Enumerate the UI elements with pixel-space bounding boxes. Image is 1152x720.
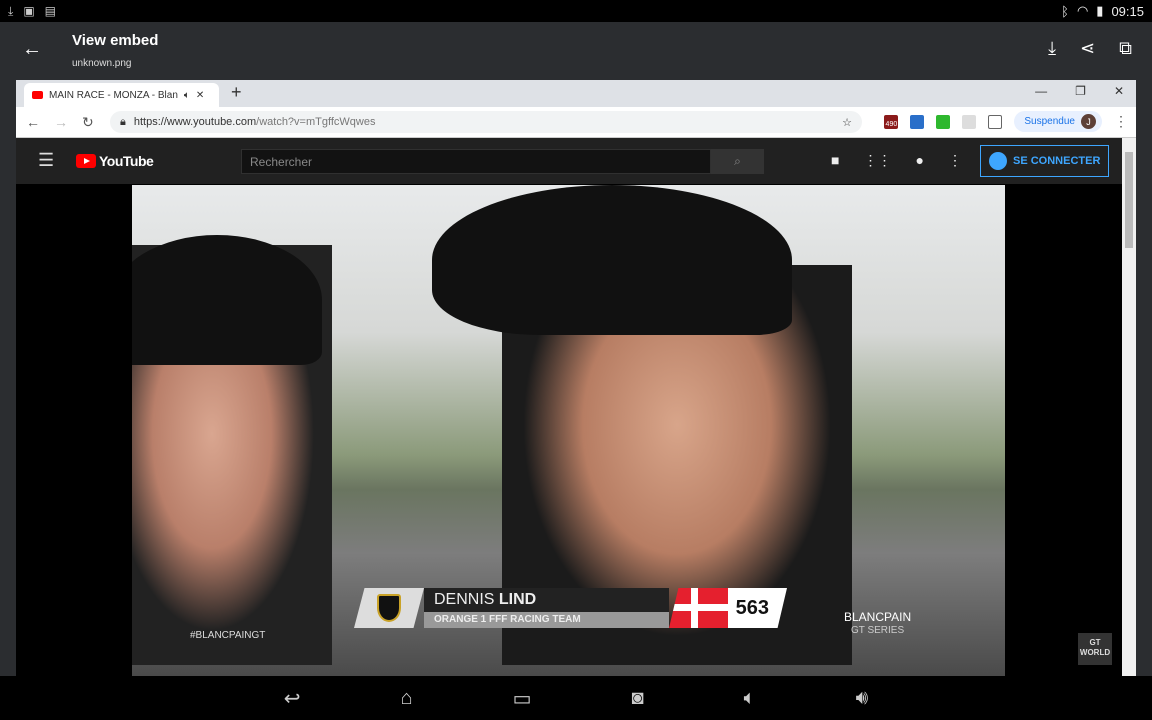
gt-world-logo: GT WORLD [1078, 633, 1112, 665]
embedded-screenshot: MAIN RACE - MONZA - Blan 🔈︎ ✕ + — ❐ ✕ ← → … [16, 80, 1136, 676]
sign-in-label: SE CONNECTER [1013, 155, 1101, 167]
more-options-icon[interactable]: ⋮ [948, 152, 962, 169]
download-icon[interactable]: ⤓ [1048, 38, 1056, 59]
recent-apps-icon[interactable]: ▭ [513, 686, 532, 711]
back-arrow-icon[interactable]: ← [22, 38, 42, 61]
browser-tab-strip: MAIN RACE - MONZA - Blan 🔈︎ ✕ + — ❐ ✕ [16, 80, 1136, 107]
profile-label: Suspendue [1024, 116, 1075, 127]
gallery-icon: ▤ [44, 3, 56, 18]
download-icon: ⤓ [8, 3, 14, 18]
speaker-icon: 🔈︎ [183, 89, 190, 101]
search-button[interactable]: ⌕ [711, 149, 764, 174]
interviewer-cap [132, 235, 322, 365]
messages-icon[interactable]: ● [915, 152, 923, 169]
apps-grid-icon[interactable]: ⋮⋮ [863, 152, 891, 169]
search-input[interactable]: Rechercher [241, 149, 711, 174]
cast-icon[interactable] [988, 114, 1003, 129]
new-tab-button[interactable]: + [231, 82, 242, 103]
tab-title: MAIN RACE - MONZA - Blan [49, 89, 178, 101]
extension-badge: 490 [885, 120, 898, 128]
browser-toolbar: ← → ↻ 🔒︎ https://www.youtube.com/watch?v… [16, 107, 1136, 138]
youtube-header: ☰ YouTube Rechercher ⌕ ■ ⋮⋮ ● ⋮ SE CONNE… [16, 138, 1136, 184]
app-bar: ← View embed unknown.png ⤓ ⋖ ⧉ [0, 22, 1152, 80]
driver-name: DENNIS LIND [424, 588, 669, 612]
hamburger-menu-icon[interactable]: ☰ [38, 150, 54, 171]
browser-menu-icon[interactable]: ⋮ [1114, 113, 1128, 130]
create-video-icon[interactable]: ■ [831, 152, 839, 169]
file-name: unknown.png [72, 58, 132, 69]
extension-icon[interactable] [936, 114, 951, 129]
browser-tab[interactable]: MAIN RACE - MONZA - Blan 🔈︎ ✕ [24, 83, 219, 107]
android-nav-bar: ↩ ⌂ ▭ ◙ 🔈︎ 🔊︎ [0, 676, 1152, 720]
team-name: ORANGE 1 FFF RACING TEAM [424, 612, 669, 628]
image-icon: ▣ [23, 3, 35, 18]
battery-icon: ▮ [1096, 3, 1104, 18]
address-bar[interactable]: 🔒︎ https://www.youtube.com/watch?v=mTgff… [110, 111, 862, 133]
avatar: J [1081, 114, 1096, 129]
share-icon[interactable]: ⋖ [1080, 38, 1095, 59]
bluetooth-icon: ᛒ [1061, 3, 1069, 19]
lower-third: DENNIS LIND ORANGE 1 FFF RACING TEAM 563 [354, 588, 787, 628]
page-title: View embed [72, 32, 159, 49]
youtube-favicon-icon [32, 91, 43, 99]
lock-icon: 🔒︎ [120, 115, 126, 128]
open-external-icon[interactable]: ⧉ [1119, 38, 1132, 59]
extension-icon[interactable] [910, 114, 925, 129]
profile-button[interactable]: Suspendue J [1014, 111, 1102, 132]
video-player[interactable]: #BLANCPAINGT DENNIS LIND ORANGE 1 FFF RA… [132, 185, 1005, 676]
car-number: 563 [735, 596, 769, 619]
clock: 09:15 [1111, 3, 1144, 19]
status-bar: ⤓ ▣ ▤ ᛒ ◠ ▮ 09:15 [0, 0, 1152, 22]
youtube-logo[interactable]: YouTube [76, 153, 154, 169]
sponsor-logo: BLANCPAIN GT SERIES [844, 610, 912, 636]
logo-text: YouTube [99, 153, 154, 169]
hashtag-overlay: #BLANCPAINGT [190, 630, 266, 641]
screenshot-icon[interactable]: ◙ [632, 687, 644, 710]
lamborghini-logo-icon [377, 594, 401, 622]
scrollbar-thumb[interactable] [1125, 152, 1133, 248]
home-icon[interactable]: ⌂ [401, 687, 413, 710]
close-window-icon[interactable]: ✕ [1114, 84, 1124, 98]
forward-icon[interactable]: → [54, 114, 68, 130]
driver-cap [432, 185, 792, 335]
sign-in-button[interactable]: SE CONNECTER [980, 145, 1109, 177]
url-path: /watch?v=mTgffcWqwes [256, 116, 376, 128]
restore-icon[interactable]: ❐ [1075, 84, 1086, 98]
back-nav-icon[interactable]: ↩ [284, 686, 301, 711]
account-icon [989, 152, 1007, 170]
scrollbar[interactable] [1122, 138, 1136, 676]
back-icon[interactable]: ← [26, 114, 40, 130]
close-tab-icon[interactable]: ✕ [196, 90, 204, 101]
extension-icon[interactable]: 490 [884, 114, 899, 129]
driver-last-name: LIND [498, 591, 537, 608]
wifi-icon: ◠ [1076, 3, 1089, 18]
youtube-play-icon [76, 154, 96, 168]
volume-down-icon[interactable]: 🔈︎ [744, 687, 756, 710]
car-number-badge: 563 [669, 588, 787, 628]
star-icon[interactable]: ☆ [842, 116, 852, 129]
driver-first-name: DENNIS [434, 591, 495, 608]
url-host: https://www.youtube.com [133, 116, 257, 128]
search-icon: ⌕ [734, 154, 741, 168]
volume-up-icon[interactable]: 🔊︎ [856, 687, 869, 710]
extension-icon[interactable] [962, 114, 977, 129]
minimize-icon[interactable]: — [1035, 84, 1047, 98]
reload-icon[interactable]: ↻ [82, 114, 94, 131]
